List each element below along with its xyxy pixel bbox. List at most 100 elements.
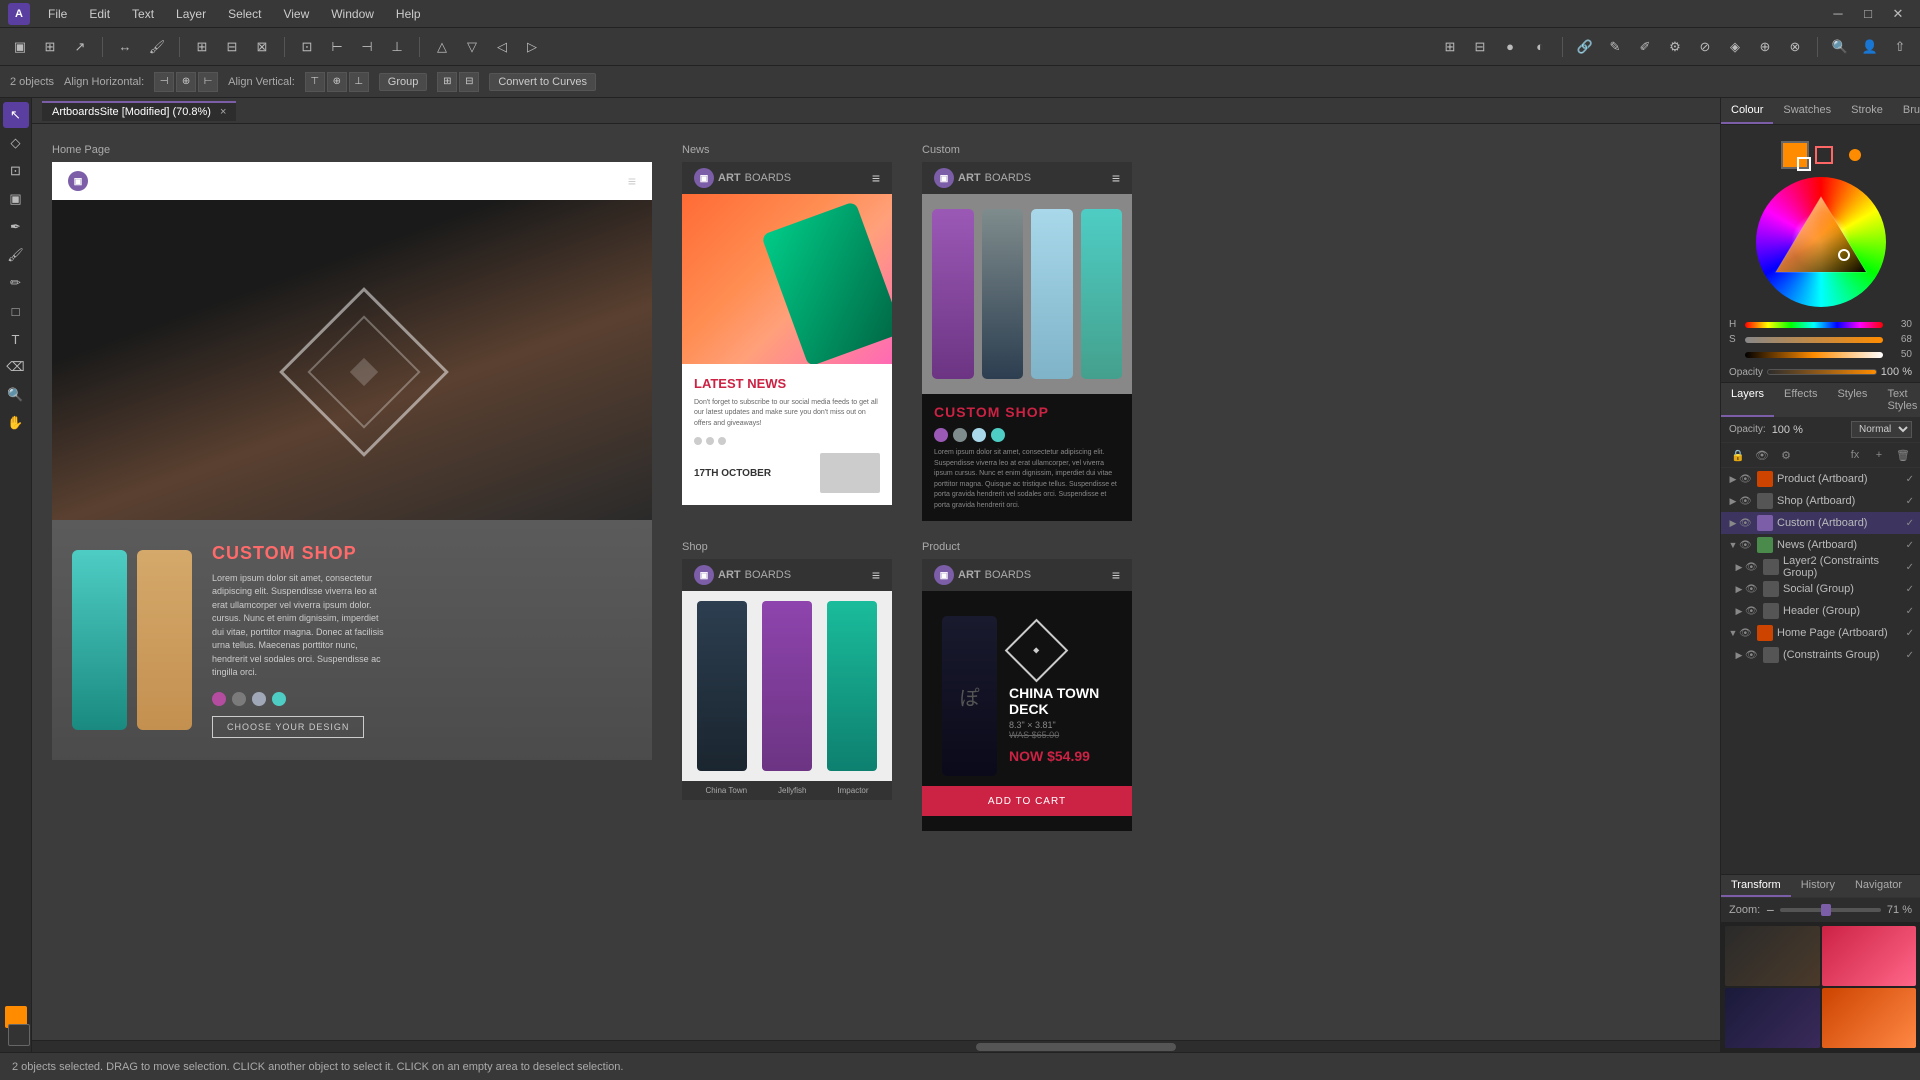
layer-fx-btn[interactable]: fx [1844,446,1866,464]
h-track[interactable] [1745,322,1883,328]
align-center-btn[interactable]: ⊕ [176,72,196,92]
text-tool[interactable]: T [3,326,29,352]
tab-navigator[interactable]: Navigator [1845,875,1912,897]
fill-tool[interactable]: ▣ [3,186,29,212]
brush-tool[interactable]: 🖌 [3,242,29,268]
custom-menu-icon[interactable]: ≡ [1112,170,1120,186]
align-left-btn[interactable]: ⊣ [154,72,174,92]
search-btn[interactable]: 🔍 [1826,33,1854,61]
artboard-tool[interactable]: ⊞ [36,33,64,61]
tab-text-styles[interactable]: Text Styles [1877,383,1920,417]
edit-btn5[interactable]: ◈ [1721,33,1749,61]
menu-edit[interactable]: Edit [79,4,120,24]
layer-vis-btn[interactable]: 👁 [1751,446,1773,464]
zoom-out-btn[interactable]: − [1766,902,1774,918]
layer-layer2[interactable]: ▶ 👁 Layer2 (Constraints Group) ✓ [1721,556,1920,578]
layer-custom[interactable]: ▶ 👁 Custom (Artboard) ✓ [1721,512,1920,534]
align-top-btn[interactable]: ⊤ [305,72,325,92]
tab-stroke[interactable]: Stroke [1841,98,1893,124]
news-menu-icon[interactable]: ≡ [872,170,880,186]
eye-icon-c[interactable]: 👁 [1745,650,1761,661]
tab-close-btn[interactable]: × [220,106,226,118]
bg-color[interactable] [8,1024,30,1046]
layer-lock-btn[interactable]: 🔒 [1727,446,1749,464]
menu-select[interactable]: Select [218,4,271,24]
edit-btn3[interactable]: ⚙ [1661,33,1689,61]
shop-artboard[interactable]: ▣ ART BOARDS ≡ China Town Jellyfish [682,559,892,800]
color-btn2[interactable]: ◐ [1526,33,1554,61]
export4-btn[interactable]: ◁ [488,33,516,61]
node-tool[interactable]: ◇ [3,130,29,156]
layer-news[interactable]: ▼ 👁 News (Artboard) ✓ [1721,534,1920,556]
view-btn1[interactable]: ⊞ [1436,33,1464,61]
export-btn[interactable]: ↗ [66,33,94,61]
custom-artboard[interactable]: ▣ ART BOARDS ≡ CUSTOM SHOP [922,162,1132,521]
group-btn[interactable]: Group [379,73,428,91]
menu-window[interactable]: Window [321,4,384,24]
shape-tool[interactable]: □ [3,298,29,324]
opacity-slider[interactable] [1767,369,1877,375]
align-bot-btn[interactable]: ⊥ [349,72,369,92]
menu-text[interactable]: Text [122,4,164,24]
layer-product[interactable]: ▶ 👁 Product (Artboard) ✓ [1721,468,1920,490]
menu-view[interactable]: View [273,4,319,24]
export3-btn[interactable]: ▽ [458,33,486,61]
product-artboard[interactable]: ▣ ART BOARDS ≡ ぽ [922,559,1132,831]
home-menu-icon[interactable]: ≡ [628,173,636,189]
product-menu-icon[interactable]: ≡ [1112,567,1120,583]
link-btn[interactable]: 🔗 [1571,33,1599,61]
eye-icon-l2[interactable]: 👁 [1745,562,1761,573]
layer-social[interactable]: ▶ 👁 Social (Group) ✓ [1721,578,1920,600]
select-tool[interactable]: ↖ [3,102,29,128]
minimize-btn[interactable]: ─ [1824,0,1852,28]
person-btn[interactable]: 👤 [1856,33,1884,61]
view-btn2[interactable]: ⊟ [1466,33,1494,61]
grid-btn3[interactable]: ⊠ [248,33,276,61]
convert-curves-btn[interactable]: Convert to Curves [489,73,596,91]
thumb-product[interactable] [1822,926,1917,986]
tab-styles[interactable]: Styles [1827,383,1877,417]
home-artboard[interactable]: ▣ ART BOARDS ≡ [52,162,652,760]
zoom-track[interactable] [1780,908,1881,912]
layer-constraints[interactable]: ▶ 👁 (Constraints Group) ✓ [1721,644,1920,666]
edit-btn2[interactable]: ✐ [1631,33,1659,61]
thumb-news[interactable] [1822,988,1917,1048]
edit-btn[interactable]: ✎ [1601,33,1629,61]
layer-delete-btn[interactable]: 🗑 [1892,446,1914,464]
menu-layer[interactable]: Layer [166,4,216,24]
blend-mode-select[interactable]: Normal [1851,421,1912,438]
eye-icon[interactable]: 👁 [1739,474,1755,485]
pen-tool[interactable]: ✒ [3,214,29,240]
move-tool[interactable]: ↔ [111,33,139,61]
s-track[interactable] [1745,337,1883,343]
paint-btn[interactable]: 🖌 [143,33,171,61]
export5-btn[interactable]: ▷ [518,33,546,61]
tab-effects[interactable]: Effects [1774,383,1827,417]
menu-file[interactable]: File [38,4,77,24]
snap-btn4[interactable]: ⊥ [383,33,411,61]
tab-history[interactable]: History [1791,875,1845,897]
fill-swatch[interactable] [1781,141,1809,169]
l-track[interactable] [1745,352,1883,358]
eye-icon-header[interactable]: 👁 [1745,606,1761,617]
share-btn[interactable]: ⇧ [1886,33,1914,61]
erase-tool[interactable]: ⌫ [3,354,29,380]
shop-menu-icon[interactable]: ≡ [872,567,880,583]
tab-swatches[interactable]: Swatches [1773,98,1841,124]
align-right-btn[interactable]: ⊢ [198,72,218,92]
eye-icon-shop[interactable]: 👁 [1739,496,1755,507]
grid-btn[interactable]: ⊞ [188,33,216,61]
color-btn[interactable]: ● [1496,33,1524,61]
align-mid-btn[interactable]: ⊕ [327,72,347,92]
snap-btn3[interactable]: ⊣ [353,33,381,61]
layer-add-btn[interactable]: + [1868,446,1890,464]
eye-icon-hp[interactable]: 👁 [1739,628,1755,639]
zoom-tool[interactable]: 🔍 [3,382,29,408]
layer-header[interactable]: ▶ 👁 Header (Group) ✓ [1721,600,1920,622]
scrollbar-thumb[interactable] [976,1043,1176,1051]
tab-artboardssite[interactable]: ArtboardsSite [Modified] (70.8%) × [42,101,236,121]
news-artboard[interactable]: ▣ ART BOARDS ≡ LATEST NEWS Don't forget … [682,162,892,505]
hand-tool[interactable]: ✋ [3,410,29,436]
layer-settings-btn[interactable]: ⚙ [1775,446,1797,464]
tab-colour[interactable]: Colour [1721,98,1773,124]
